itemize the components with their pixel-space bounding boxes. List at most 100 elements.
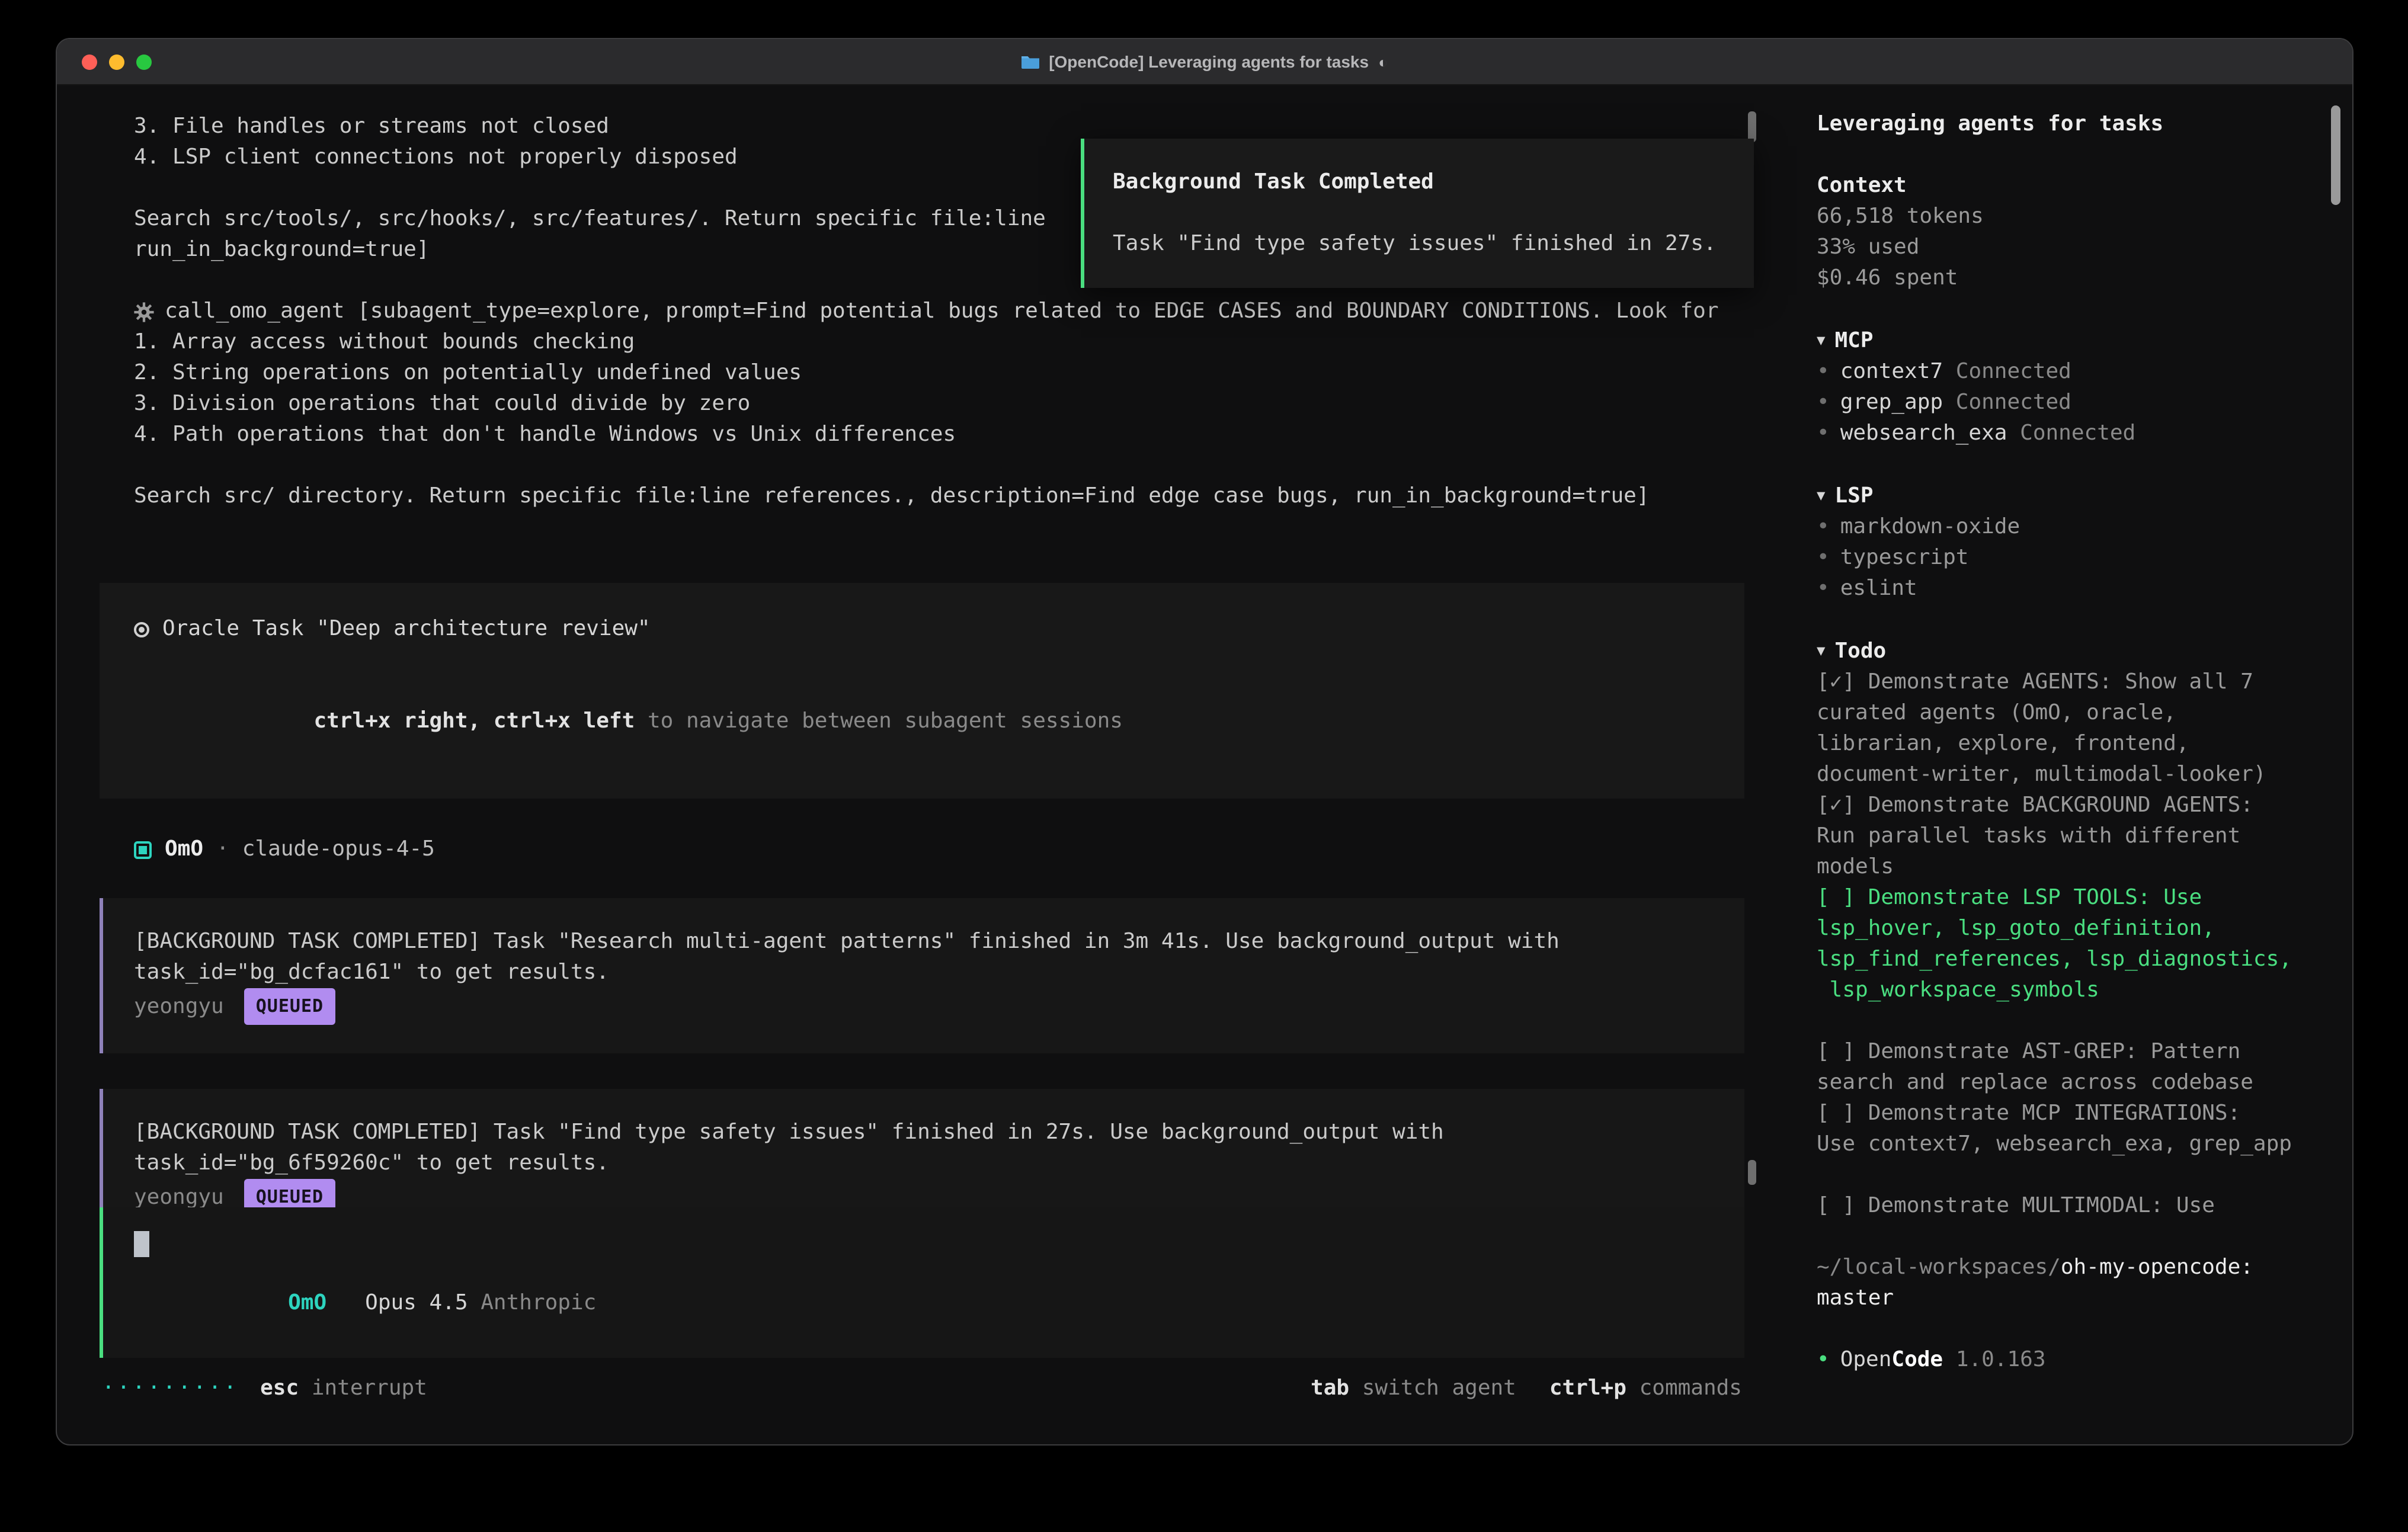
minimize-button[interactable] <box>109 54 124 69</box>
bug-list-item: 2. String operations on potentially unde… <box>134 358 1744 389</box>
terminal-window: [OpenCode] Leveraging agents for tasks ◐… <box>56 38 2353 1446</box>
close-button[interactable] <box>82 54 97 69</box>
bullet-icon: • <box>1817 418 1830 449</box>
message-line: task_id="bg_dcfac161" to get results. <box>134 957 1714 988</box>
message-author: yeongyu <box>134 991 224 1022</box>
oracle-icon <box>134 621 149 637</box>
bullet-icon: • <box>1817 1345 1830 1376</box>
bullet-icon: • <box>1817 387 1830 418</box>
switch-agent-hint: tab switch agent <box>1311 1373 1516 1403</box>
blank-line <box>1113 198 1725 229</box>
bullet-icon: • <box>1817 357 1830 387</box>
mcp-item: • grep_app Connected <box>1817 387 2321 418</box>
blank-line <box>134 645 1710 675</box>
session-title: Leveraging agents for tasks <box>1817 109 2321 140</box>
bug-list-item: 3. Division operations that could divide… <box>134 389 1744 419</box>
oracle-task-title: Oracle Task "Deep architecture review" <box>134 614 1710 645</box>
window-title: [OpenCode] Leveraging agents for tasks ◐ <box>1022 52 1388 71</box>
todo-item-active: [ ] Demonstrate LSP TOOLS: Use lsp_hover… <box>1817 883 2321 1006</box>
status-bar: ········· esc interrupt tab switch agent… <box>100 1358 1744 1444</box>
main-scrollbar-thumb[interactable] <box>1748 111 1756 142</box>
todo-item-done: [✓] Demonstrate AGENTS: Show all 7 curat… <box>1817 667 2321 790</box>
blank-line <box>134 450 1744 481</box>
screen: [OpenCode] Leveraging agents for tasks ◐… <box>0 0 2408 1532</box>
lsp-name: typescript <box>1840 543 1969 573</box>
todo-heading: ▼Todo <box>1817 635 2321 667</box>
tool-call-line: call_omo_agent [subagent_type=explore, p… <box>134 296 1744 327</box>
workspace-repo-name: oh-my-opencode: <box>2061 1255 2253 1280</box>
todo-item-pending: [ ] Demonstrate AST-GREP: Pattern search… <box>1817 1037 2321 1098</box>
toast-body: Task "Find type safety issues" finished … <box>1113 229 1725 259</box>
title-bar: [OpenCode] Leveraging agents for tasks ◐ <box>57 39 2352 85</box>
message-line: [BACKGROUND TASK COMPLETED] Task "Resear… <box>134 927 1714 957</box>
lsp-name: markdown-oxide <box>1840 512 2020 543</box>
app-name-regular: Open <box>1840 1347 1892 1372</box>
ctrl-p-label: commands <box>1640 1375 1742 1400</box>
agent-header: OmO · claude-opus-4-5 <box>100 834 1744 865</box>
mcp-status: Connected <box>1956 390 2071 415</box>
message-meta: yeongyu QUEUED <box>134 988 1714 1025</box>
model-info-row: OmO Opus 4.5 Anthropic <box>134 1257 1714 1339</box>
workspace-branch: master <box>1817 1283 2321 1314</box>
window-content: 3. File handles or streams not closed 4.… <box>57 85 2352 1444</box>
main-scrollbar-thumb[interactable] <box>1748 1160 1756 1185</box>
agent-model: claude-opus-4-5 <box>242 834 435 865</box>
interrupt-hint: esc interrupt <box>260 1373 427 1403</box>
nav-hint-text: to navigate between subagent sessions <box>635 709 1123 733</box>
sidebar-scrollbar-thumb[interactable] <box>2331 105 2340 205</box>
todo-item-pending: [ ] Demonstrate MCP INTEGRATIONS: Use co… <box>1817 1098 2321 1160</box>
message-line: task_id="bg_6f59260c" to get results. <box>134 1148 1714 1179</box>
esc-key: esc <box>260 1375 299 1400</box>
bullet-icon: • <box>1817 512 1830 543</box>
zoom-button[interactable] <box>136 54 152 69</box>
lsp-heading: ▼LSP <box>1817 480 2321 512</box>
prompt-input[interactable]: OmO Opus 4.5 Anthropic <box>100 1207 1744 1358</box>
mcp-name: grep_app <box>1840 390 1943 415</box>
todo-heading-label: Todo <box>1834 639 1886 664</box>
activity-dots: ········· <box>102 1373 239 1403</box>
omo-agent-icon <box>134 841 152 858</box>
todo-item-done: [✓] Demonstrate BACKGROUND AGENTS: Run p… <box>1817 790 2321 883</box>
queued-badge: QUEUED <box>244 988 335 1025</box>
window-title-text: [OpenCode] Leveraging agents for tasks <box>1049 52 1369 71</box>
background-task-message: [BACKGROUND TASK COMPLETED] Task "Resear… <box>100 898 1744 1053</box>
traffic-lights <box>82 39 152 84</box>
bullet-icon: • <box>1817 543 1830 573</box>
text-cursor <box>134 1231 149 1257</box>
lsp-name: eslint <box>1840 573 1917 604</box>
nav-hint-keys: ctrl+x right, ctrl+x left <box>313 709 635 733</box>
mcp-item: •context7 Connected <box>1817 357 2321 387</box>
mcp-section: ▼MCP •context7 Connected •grep_app Conne… <box>1817 325 2321 449</box>
input-provider-name: Anthropic <box>481 1290 596 1315</box>
context-spent: $0.46 spent <box>1817 263 2321 294</box>
toast-title: Background Task Completed <box>1113 167 1725 198</box>
esc-label: interrupt <box>312 1375 427 1400</box>
lsp-item: • markdown-oxide <box>1817 512 2321 543</box>
terminal-main: 3. File handles or streams not closed 4.… <box>57 85 1792 1444</box>
collapse-triangle-icon: ▼ <box>1817 332 1825 348</box>
workspace-info: ~/local-workspaces/oh-my-opencode: maste… <box>1817 1252 2321 1314</box>
gear-icon <box>134 302 154 322</box>
background-task-toast: Background Task Completed Task "Find typ… <box>1081 139 1754 288</box>
input-agent-name: OmO <box>288 1290 326 1315</box>
agent-name: OmO <box>165 834 203 865</box>
tool-call-text: call_omo_agent [subagent_type=explore, p… <box>165 296 1719 327</box>
todo-section: ▼Todo [✓] Demonstrate AGENTS: Show all 7… <box>1817 635 2321 1222</box>
workspace-path-prefix: ~/local-workspaces/ <box>1817 1255 2061 1280</box>
mcp-item: • websearch_exa Connected <box>1817 418 2321 449</box>
lsp-section: ▼LSP • markdown-oxide • typescript • eslint <box>1817 480 2321 604</box>
title-badge-icon: ◐ <box>1378 53 1388 70</box>
mcp-status: Connected <box>2020 421 2135 446</box>
input-model-name: Opus 4.5 <box>365 1290 467 1315</box>
ctrl-p-key: ctrl+p <box>1549 1375 1626 1400</box>
folder-icon <box>1022 55 1039 69</box>
mcp-status: Connected <box>1956 359 2071 384</box>
context-section: Context 66,518 tokens 33% used $0.46 spe… <box>1817 171 2321 294</box>
lsp-heading-label: LSP <box>1834 483 1873 508</box>
subagent-nav-hint: ctrl+x right, ctrl+x left to navigate be… <box>134 675 1710 768</box>
mcp-name: websearch_exa <box>1840 421 2007 446</box>
commands-hint: ctrl+p commands <box>1549 1373 1742 1403</box>
session-sidebar: Leveraging agents for tasks Context 66,5… <box>1792 85 2352 1444</box>
app-name-bold: Code <box>1891 1347 1943 1372</box>
message-line: [BACKGROUND TASK COMPLETED] Task "Find t… <box>134 1117 1714 1148</box>
